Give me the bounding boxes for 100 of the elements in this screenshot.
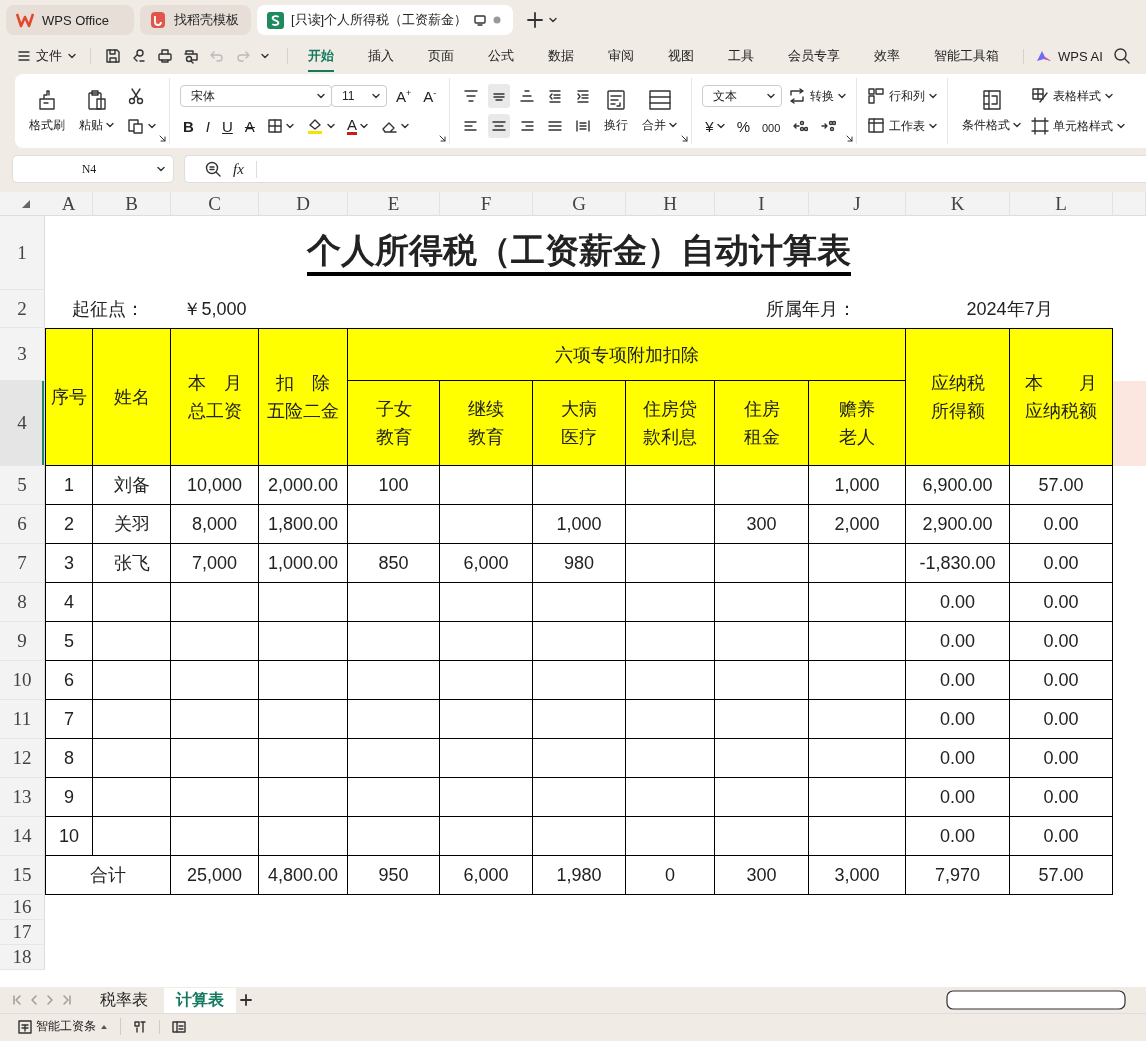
dialog-launcher-icon xyxy=(159,135,166,142)
column-header[interactable]: H xyxy=(626,192,715,216)
row-header[interactable]: 14 xyxy=(0,817,45,856)
worksheet-button[interactable]: 工作表 xyxy=(867,114,938,138)
bold-button[interactable]: B xyxy=(180,114,197,138)
merge-icon xyxy=(647,88,672,111)
shrink-font-button[interactable]: A$^{-}$ xyxy=(420,84,440,108)
caret-icon xyxy=(929,93,938,99)
table-cell: 57.00 xyxy=(1010,466,1113,505)
window-tab[interactable]: 找稻壳模板 xyxy=(140,5,251,35)
window-tab[interactable]: WPS Office xyxy=(6,5,134,35)
row-header[interactable]: 8 xyxy=(0,583,45,622)
currency-button[interactable]: ¥ xyxy=(702,114,728,138)
scrollbar-thumb[interactable] xyxy=(946,990,1126,1010)
font-color-button[interactable]: A xyxy=(343,114,371,138)
column-header[interactable]: A xyxy=(45,192,93,216)
column-header[interactable]: I xyxy=(715,192,809,216)
table-style-button[interactable]: 表格样式 xyxy=(1031,84,1126,108)
strikethrough-button[interactable]: A xyxy=(241,114,258,138)
row-header[interactable]: 17 xyxy=(0,920,45,945)
table-cell: 关羽 xyxy=(93,505,171,544)
grow-font-button[interactable]: A$^{+}$ xyxy=(393,84,415,108)
dialog-launcher-icon xyxy=(846,135,854,142)
column-header[interactable]: L xyxy=(1010,192,1113,216)
ribbon-tab[interactable]: 效率 xyxy=(874,40,900,72)
cell-style-icon xyxy=(1031,117,1050,135)
ribbon-tab[interactable]: 工具 xyxy=(728,40,754,72)
table-cell: 980 xyxy=(533,544,626,583)
paste-button[interactable]: 粘贴 xyxy=(75,86,118,136)
ribbon-tab[interactable]: 开始 xyxy=(308,40,334,72)
ribbon-tab[interactable]: 审阅 xyxy=(608,40,634,72)
row-header[interactable]: 7 xyxy=(0,544,45,583)
scissors-icon xyxy=(127,87,145,105)
ribbon-tab[interactable]: 会员专享 xyxy=(788,40,840,72)
thousands-button[interactable]: 000 xyxy=(759,114,784,138)
name-box[interactable]: N4 xyxy=(12,155,174,183)
caret-icon xyxy=(106,122,114,128)
ribbon-tab[interactable]: 公式 xyxy=(488,40,514,72)
file-menu[interactable]: 文件 xyxy=(18,47,76,65)
table-cell: 刘备 xyxy=(93,466,171,505)
underline-button[interactable]: U xyxy=(219,114,236,138)
column-header[interactable]: K xyxy=(906,192,1010,216)
dialog-launcher-icon xyxy=(681,135,689,142)
row-header[interactable]: 11 xyxy=(0,700,45,739)
align-middle-button[interactable] xyxy=(488,84,511,108)
ribbon-tab[interactable]: 智能工具箱 xyxy=(934,40,999,72)
italic-button[interactable]: I xyxy=(202,114,213,138)
number-format-dropdown[interactable]: 文本 xyxy=(702,85,783,107)
caret-icon xyxy=(326,123,335,129)
align-center-button[interactable] xyxy=(488,114,511,138)
cell-style-button[interactable]: 单元格样式 xyxy=(1031,114,1126,138)
panel-icon xyxy=(172,1019,186,1034)
ribbon-tab[interactable]: 数据 xyxy=(548,40,574,72)
ribbon-tab[interactable]: 页面 xyxy=(428,40,454,72)
row-header[interactable]: 5 xyxy=(0,466,45,505)
table-cell: 9 xyxy=(45,778,93,817)
percent-button[interactable]: % xyxy=(733,114,753,138)
caret-icon xyxy=(1117,123,1126,129)
row-header[interactable]: 6 xyxy=(0,505,45,544)
column-header[interactable]: F xyxy=(440,192,533,216)
payslip-button[interactable]: 智能工资条 xyxy=(18,1018,121,1035)
column-header[interactable]: B xyxy=(93,192,171,216)
column-header[interactable]: D xyxy=(259,192,348,216)
font-size-dropdown[interactable]: 11 xyxy=(331,85,387,107)
column-header[interactable]: C xyxy=(171,192,259,216)
sheet-tab[interactable]: 计算表 xyxy=(164,987,236,1013)
ribbon-tab[interactable]: 视图 xyxy=(668,40,694,72)
row-header[interactable]: 1 xyxy=(0,216,45,290)
column-header[interactable]: G xyxy=(533,192,626,216)
formula-bar[interactable]: fx xyxy=(184,155,1146,183)
table-cell: 0.00 xyxy=(1010,622,1113,661)
row-header[interactable]: 12 xyxy=(0,739,45,778)
row-header[interactable]: 10 xyxy=(0,661,45,700)
rows-columns-button[interactable]: 行和列 xyxy=(867,84,938,108)
row-header[interactable]: 18 xyxy=(0,945,45,970)
wps-ai-button[interactable]: WPS AI xyxy=(1023,48,1103,64)
window-tab[interactable]: [只读]个人所得税（工资薪金） xyxy=(257,5,514,35)
wrap-text-button[interactable]: 换行 xyxy=(600,86,633,136)
row-header[interactable]: 16 xyxy=(0,895,45,920)
row-header[interactable]: 4 xyxy=(0,381,45,466)
table-cell: 6,000 xyxy=(440,544,533,583)
format-painter-button[interactable]: 格式刷 xyxy=(25,86,69,136)
convert-button[interactable]: 转换 xyxy=(788,84,847,108)
merge-button[interactable]: 合并 xyxy=(638,86,682,136)
header-text: 应纳税额 xyxy=(1025,400,1097,423)
row-header[interactable]: 15 xyxy=(0,856,45,895)
row-header[interactable]: 2 xyxy=(0,290,45,328)
sheet-tab[interactable]: 税率表 xyxy=(88,987,160,1013)
row-header[interactable]: 9 xyxy=(0,622,45,661)
caret-icon xyxy=(68,53,76,59)
caret-icon xyxy=(359,123,368,129)
row-header[interactable]: 13 xyxy=(0,778,45,817)
select-all-icon[interactable] xyxy=(21,198,31,209)
column-header[interactable]: E xyxy=(348,192,440,216)
header-text: 住房 xyxy=(743,398,780,421)
row-header[interactable]: 3 xyxy=(0,328,45,381)
conditional-format-button[interactable]: 条件格式 xyxy=(958,86,1026,136)
ribbon-tab[interactable]: 插入 xyxy=(368,40,394,72)
header-text: 总工资 xyxy=(187,400,242,423)
column-header[interactable]: J xyxy=(809,192,906,216)
